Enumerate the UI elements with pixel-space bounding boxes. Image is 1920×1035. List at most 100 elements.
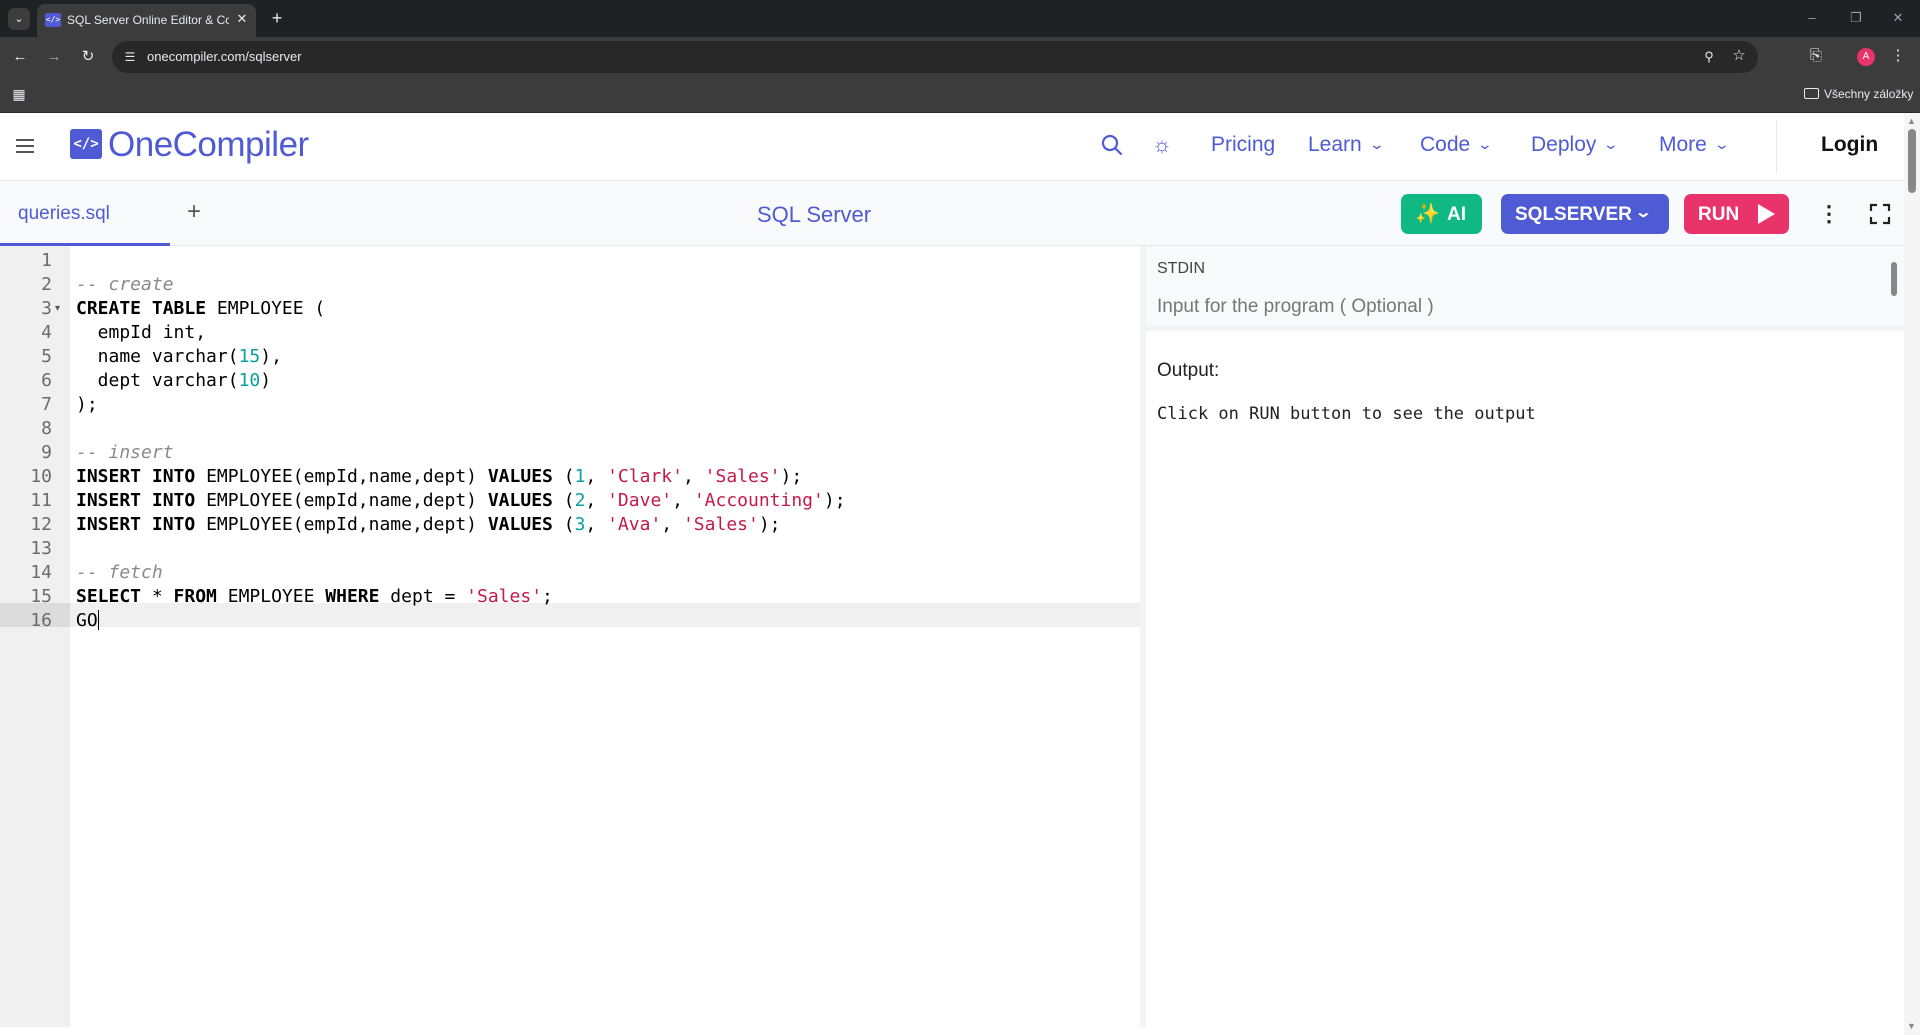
code-line[interactable]: INSERT INTO EMPLOYEE(empId,name,dept) VA…	[76, 489, 846, 513]
nav-learn[interactable]: Learn ⌄	[1308, 133, 1385, 157]
scroll-thumb[interactable]	[1908, 129, 1916, 193]
profile-avatar[interactable]: A	[1857, 48, 1875, 66]
apps-grid-icon[interactable]: ▦	[10, 85, 28, 103]
nav-pricing-label: Pricing	[1211, 133, 1276, 156]
line-number: 14	[30, 562, 52, 583]
chevron-down-icon: ⌄	[1713, 136, 1730, 152]
output-text: Click on RUN button to see the output	[1157, 404, 1536, 424]
folder-icon	[1804, 88, 1819, 99]
zoom-icon[interactable]: ⚲	[1700, 48, 1718, 66]
code-line[interactable]: -- insert	[76, 441, 174, 465]
stdin-scrollbar[interactable]	[1888, 250, 1900, 324]
line-number: 8	[41, 418, 52, 439]
nav-code[interactable]: Code ⌄	[1420, 133, 1494, 157]
code-line[interactable]: INSERT INTO EMPLOYEE(empId,name,dept) VA…	[76, 465, 802, 489]
line-number: 2	[41, 274, 52, 295]
nav-more[interactable]: More ⌄	[1659, 133, 1730, 157]
window-close-icon[interactable]: ✕	[1888, 8, 1908, 28]
browser-menu-icon[interactable]: ⋮	[1888, 46, 1908, 66]
page-scrollbar[interactable]: ▲ ▼	[1904, 113, 1920, 1035]
code-line[interactable]: INSERT INTO EMPLOYEE(empId,name,dept) VA…	[76, 513, 781, 537]
chevron-down-icon: ⌄	[1603, 136, 1620, 152]
browser-tab[interactable]: </> SQL Server Online Editor & Compiler …	[37, 4, 256, 37]
text-cursor	[97, 610, 99, 630]
file-tab[interactable]: queries.sql	[0, 182, 170, 246]
language-select[interactable]: SQLSERVER ⌄	[1501, 194, 1669, 234]
hamburger-menu-icon[interactable]	[14, 135, 36, 157]
new-tab-plus-icon[interactable]: +	[266, 8, 288, 30]
code-line[interactable]: dept varchar(10)	[76, 369, 271, 393]
code-line[interactable]: -- create	[76, 273, 174, 297]
more-options-icon[interactable]: ⋮	[1818, 202, 1840, 226]
restore-icon[interactable]: ❐	[1846, 8, 1866, 28]
favicon-icon: </>	[45, 13, 61, 27]
nav-deploy-label: Deploy	[1531, 133, 1597, 156]
nav-more-label: More	[1659, 133, 1707, 156]
minimize-icon[interactable]: –	[1802, 8, 1822, 28]
editor-toolbar: queries.sql + SQL Server ✨ AI SQLSERVER …	[0, 182, 1904, 246]
header-divider	[1776, 121, 1777, 173]
run-button[interactable]: RUN	[1684, 194, 1789, 234]
language-select-label: SQLSERVER	[1515, 204, 1632, 225]
tab-title: SQL Server Online Editor & Compiler	[67, 13, 229, 27]
play-icon	[1758, 204, 1775, 224]
tab-close-icon[interactable]: ✕	[234, 11, 250, 27]
nav-deploy[interactable]: Deploy ⌄	[1531, 133, 1620, 157]
ai-button-label: AI	[1447, 204, 1466, 225]
bookmark-star-icon[interactable]: ☆	[1730, 47, 1748, 65]
back-arrow-icon[interactable]: ←	[9, 46, 31, 68]
ai-button[interactable]: ✨ AI	[1401, 194, 1482, 234]
reload-icon[interactable]: ↻	[77, 46, 99, 68]
line-number: 7	[41, 394, 52, 415]
extensions-puzzle-icon[interactable]: ⎘	[1806, 46, 1826, 66]
stdin-label: STDIN	[1157, 260, 1205, 277]
line-number: 4	[41, 322, 52, 343]
login-link[interactable]: Login	[1821, 133, 1878, 157]
stdin-section: STDIN	[1146, 246, 1904, 331]
line-number: 15	[30, 586, 52, 607]
code-line[interactable]: CREATE TABLE EMPLOYEE (	[76, 297, 325, 321]
code-line[interactable]: SELECT * FROM EMPLOYEE WHERE dept = 'Sal…	[76, 585, 553, 609]
fold-arrow-icon[interactable]: ▾	[55, 297, 65, 321]
all-bookmarks-folder[interactable]: Všechny záložky	[1804, 87, 1913, 101]
line-number: 11	[30, 490, 52, 511]
line-number: 3	[41, 298, 52, 319]
chevron-down-icon: ⌄	[1476, 136, 1494, 152]
line-number: 1	[41, 250, 52, 271]
scroll-down-icon[interactable]: ▼	[1907, 1021, 1916, 1031]
code-line[interactable]: empId int,	[76, 321, 206, 345]
stdin-input[interactable]	[1157, 294, 1877, 320]
nav-learn-label: Learn	[1308, 133, 1362, 156]
code-editor[interactable]: 1 2 3 ▾ 4 5 6 7 8 9 10 11 12 13 14 15 16…	[0, 246, 1140, 1027]
line-number: 5	[41, 346, 52, 367]
sparkles-icon: ✨	[1415, 203, 1440, 225]
forward-arrow-icon[interactable]: →	[43, 46, 65, 68]
io-panel: STDIN Output: Click on RUN button to see…	[1146, 246, 1904, 1027]
logo-icon[interactable]: </>	[70, 129, 102, 159]
output-label: Output:	[1157, 360, 1220, 381]
address-bar[interactable]: ☰ onecompiler.com/sqlserver ⚲ ☆	[112, 41, 1758, 73]
code-line[interactable]: GO	[76, 609, 99, 633]
nav-code-label: Code	[1420, 133, 1471, 156]
line-number: 10	[30, 466, 52, 487]
search-icon[interactable]	[1100, 133, 1124, 157]
line-number: 12	[30, 514, 52, 535]
all-bookmarks-label: Všechny záložky	[1824, 87, 1914, 101]
chevron-down-icon: ⌄	[1368, 136, 1385, 152]
code-line[interactable]: name varchar(15),	[76, 345, 282, 369]
code-line[interactable]: -- fetch	[76, 561, 163, 585]
code-line[interactable]: );	[76, 393, 98, 417]
bookmarks-bar: ▦ Všechny záložky	[0, 77, 1920, 113]
theme-sun-icon[interactable]: ☼	[1150, 133, 1174, 157]
line-number: 9	[41, 442, 52, 463]
site-info-icon[interactable]: ☰	[122, 49, 138, 65]
nav-pricing[interactable]: Pricing	[1211, 133, 1275, 157]
fullscreen-icon[interactable]	[1868, 202, 1892, 226]
logo-text[interactable]: OneCompiler	[108, 125, 309, 165]
browser-toolbar: ← → ↻ ☰ onecompiler.com/sqlserver ⚲ ☆ ⎘ …	[0, 37, 1920, 77]
url-text[interactable]: onecompiler.com/sqlserver	[147, 49, 302, 64]
add-file-plus-icon[interactable]: +	[182, 200, 206, 224]
site-header: </> OneCompiler ☼ Pricing Learn ⌄ Code ⌄ D…	[0, 113, 1904, 181]
scroll-up-icon[interactable]: ▲	[1907, 116, 1916, 126]
tab-search-chevron-icon[interactable]: ⌄	[8, 8, 30, 30]
